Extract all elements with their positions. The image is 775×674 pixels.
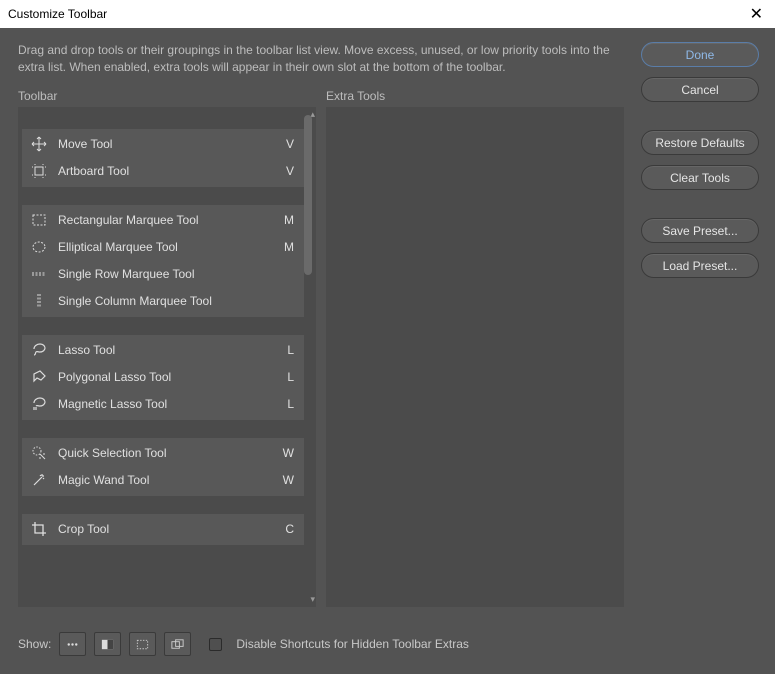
tool-row[interactable]: Artboard ToolV <box>22 158 304 185</box>
tool-group[interactable]: Rectangular Marquee ToolMElliptical Marq… <box>22 205 304 317</box>
row-marquee-icon <box>30 265 48 283</box>
tool-row[interactable]: Single Row Marquee Tool <box>22 261 304 288</box>
tool-row[interactable]: Lasso ToolL <box>22 337 304 364</box>
show-label: Show: <box>18 637 51 651</box>
tool-name-label: Single Column Marquee Tool <box>58 294 278 308</box>
tool-row[interactable]: Crop ToolC <box>22 516 304 543</box>
restore-defaults-button[interactable]: Restore Defaults <box>641 130 759 155</box>
tool-name-label: Elliptical Marquee Tool <box>58 240 278 254</box>
clear-tools-button[interactable]: Clear Tools <box>641 165 759 190</box>
crop-icon <box>30 520 48 538</box>
tool-shortcut-label: W <box>278 473 294 487</box>
disable-shortcuts-checkbox[interactable] <box>209 638 222 651</box>
done-button[interactable]: Done <box>641 42 759 67</box>
tool-group[interactable]: Quick Selection ToolWMagic Wand ToolW <box>22 438 304 496</box>
tool-shortcut-label: M <box>278 213 294 227</box>
quick-select-icon <box>30 444 48 462</box>
move-icon <box>30 135 48 153</box>
show-option-grid-button[interactable] <box>129 632 156 656</box>
extra-column-label: Extra Tools <box>326 89 385 103</box>
footer: Show: Disable Shortcuts for Hidden Toolb… <box>18 632 757 656</box>
tool-row[interactable]: Rectangular Marquee ToolM <box>22 207 304 234</box>
tool-shortcut-label: M <box>278 240 294 254</box>
tool-name-label: Polygonal Lasso Tool <box>58 370 278 384</box>
tool-row[interactable]: Magnetic Lasso ToolL <box>22 391 304 418</box>
title-bar: Customize Toolbar ✕ <box>0 0 775 28</box>
poly-lasso-icon <box>30 368 48 386</box>
close-icon[interactable]: ✕ <box>746 4 767 24</box>
rect-marquee-icon <box>30 211 48 229</box>
scrollbar-thumb[interactable] <box>304 115 312 275</box>
save-preset-button[interactable]: Save Preset... <box>641 218 759 243</box>
tool-name-label: Rectangular Marquee Tool <box>58 213 278 227</box>
tool-row[interactable]: Elliptical Marquee ToolM <box>22 234 304 261</box>
scrollbar-track[interactable] <box>306 111 314 603</box>
tool-name-label: Magnetic Lasso Tool <box>58 397 278 411</box>
wand-icon <box>30 471 48 489</box>
cancel-button[interactable]: Cancel <box>641 77 759 102</box>
col-marquee-icon <box>30 292 48 310</box>
disable-shortcuts-label: Disable Shortcuts for Hidden Toolbar Ext… <box>236 637 469 651</box>
mag-lasso-icon <box>30 395 48 413</box>
tool-shortcut-label: L <box>278 370 294 384</box>
tool-name-label: Move Tool <box>58 137 278 151</box>
tool-name-label: Quick Selection Tool <box>58 446 278 460</box>
tool-row[interactable]: Single Column Marquee Tool <box>22 288 304 315</box>
tool-shortcut-label: C <box>278 522 294 536</box>
toolbar-column-label: Toolbar <box>18 89 316 103</box>
tool-name-label: Artboard Tool <box>58 164 278 178</box>
show-option-dots-button[interactable] <box>59 632 86 656</box>
artboard-icon <box>30 162 48 180</box>
tool-shortcut-label: W <box>278 446 294 460</box>
window-title: Customize Toolbar <box>8 7 107 21</box>
tool-shortcut-label: L <box>278 397 294 411</box>
tool-group[interactable]: Crop ToolC <box>22 514 304 545</box>
tool-name-label: Crop Tool <box>58 522 278 536</box>
tool-group[interactable]: Lasso ToolLPolygonal Lasso ToolLMagnetic… <box>22 335 304 420</box>
tool-row[interactable]: Move ToolV <box>22 131 304 158</box>
tool-row[interactable]: Quick Selection ToolW <box>22 440 304 467</box>
ellipse-marquee-icon <box>30 238 48 256</box>
tool-name-label: Single Row Marquee Tool <box>58 267 278 281</box>
show-option-mask-button[interactable] <box>94 632 121 656</box>
tool-row[interactable]: Magic Wand ToolW <box>22 467 304 494</box>
tool-name-label: Magic Wand Tool <box>58 473 278 487</box>
load-preset-button[interactable]: Load Preset... <box>641 253 759 278</box>
tool-shortcut-label: L <box>278 343 294 357</box>
tool-row[interactable]: Polygonal Lasso ToolL <box>22 364 304 391</box>
toolbar-list-panel[interactable]: ▴ ▾ Move ToolVArtboard ToolVRectangular … <box>18 107 316 607</box>
scroll-down-icon[interactable]: ▾ <box>310 594 315 605</box>
tool-group[interactable]: Move ToolVArtboard ToolV <box>22 129 304 187</box>
lasso-icon <box>30 341 48 359</box>
show-option-screens-button[interactable] <box>164 632 191 656</box>
tool-name-label: Lasso Tool <box>58 343 278 357</box>
extra-tools-panel[interactable] <box>326 107 624 607</box>
description-text: Drag and drop tools or their groupings i… <box>18 42 627 77</box>
tool-shortcut-label: V <box>278 137 294 151</box>
tool-shortcut-label: V <box>278 164 294 178</box>
